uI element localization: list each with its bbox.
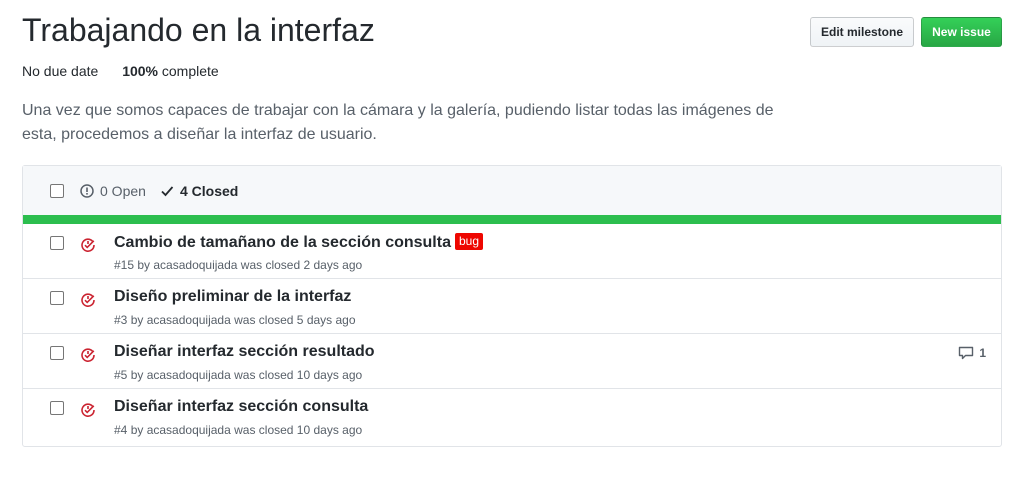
issues-list-header: 0 Open 4 Closed	[23, 166, 1001, 216]
due-date: No due date	[22, 63, 99, 79]
new-issue-button[interactable]: New issue	[921, 17, 1002, 47]
milestone-header: Trabajando en la interfaz Edit milestone…	[22, 10, 1002, 50]
issue-closed-icon	[81, 403, 95, 417]
complete-label: complete	[161, 63, 219, 79]
comments-link[interactable]: 1	[958, 346, 986, 360]
milestone-description: Una vez que somos capaces de trabajar co…	[22, 102, 774, 143]
issue-checkbox[interactable]	[50, 346, 64, 360]
issue-closed-icon	[81, 293, 95, 307]
issue-title-link[interactable]: Diseñar interfaz sección consulta	[114, 398, 368, 416]
milestone-title: Trabajando en la interfaz	[22, 12, 375, 48]
progress-fill	[23, 215, 1001, 224]
issue-closed-icon	[81, 348, 95, 362]
issue-byline: #15 by acasadoquijada was closed 2 days …	[114, 258, 362, 272]
issue-row[interactable]: Diseño preliminar de la interfaz #3 by a…	[23, 279, 1001, 334]
issue-row[interactable]: Cambio de tamañano de la sección consult…	[23, 224, 1001, 279]
issue-title-link[interactable]: Diseñar interfaz sección resultado	[114, 343, 375, 361]
comment-icon	[959, 346, 974, 360]
issue-row[interactable]: Diseñar interfaz sección consulta #4 by …	[23, 389, 1001, 444]
issue-row[interactable]: Diseñar interfaz sección resultado #5 by…	[23, 334, 1001, 389]
open-issues-filter[interactable]: 0 Open	[80, 183, 146, 199]
issue-byline: #4 by acasadoquijada was closed 10 days …	[114, 423, 362, 437]
issue-number: #5	[114, 368, 128, 382]
closed-count-label: 4 Closed	[180, 183, 239, 199]
issue-number: #15	[114, 258, 135, 272]
issue-number: #4	[114, 423, 128, 437]
issue-title-text: Cambio de tamañano de la sección consult…	[114, 234, 451, 251]
issue-number: #3	[114, 313, 128, 327]
closed-issues-filter[interactable]: 4 Closed	[160, 183, 238, 199]
issue-byline: #5 by acasadoquijada was closed 10 days …	[114, 368, 362, 382]
issue-byline-text: by acasadoquijada was closed 2 days ago	[137, 258, 363, 272]
issue-checkbox[interactable]	[50, 236, 64, 250]
check-icon	[161, 186, 174, 197]
issue-opened-icon	[80, 184, 94, 198]
bug-label[interactable]: bug	[454, 233, 484, 250]
issue-checkbox[interactable]	[50, 291, 64, 305]
milestone-meta: No due date 100% complete	[22, 63, 219, 79]
issue-byline: #3 by acasadoquijada was closed 5 days a…	[114, 313, 356, 327]
issue-title-link[interactable]: Diseño preliminar de la interfaz	[114, 288, 351, 306]
milestone-progress-bar	[23, 215, 1001, 224]
comment-count: 1	[979, 346, 986, 360]
issue-title-link[interactable]: Cambio de tamañano de la sección consult…	[114, 233, 484, 252]
issue-closed-icon	[81, 238, 95, 252]
issues-list: 0 Open 4 Closed Cambio de tamañano de la…	[22, 165, 1002, 447]
issue-byline-text: by acasadoquijada was closed 5 days ago	[130, 313, 356, 327]
issue-byline-text: by acasadoquijada was closed 10 days ago	[130, 368, 363, 382]
select-all-checkbox[interactable]	[50, 184, 64, 198]
issue-checkbox[interactable]	[50, 401, 64, 415]
open-count-label: 0 Open	[100, 183, 146, 199]
edit-milestone-button[interactable]: Edit milestone	[810, 17, 914, 47]
issue-byline-text: by acasadoquijada was closed 10 days ago	[130, 423, 363, 437]
percent-complete: 100%	[122, 63, 158, 79]
